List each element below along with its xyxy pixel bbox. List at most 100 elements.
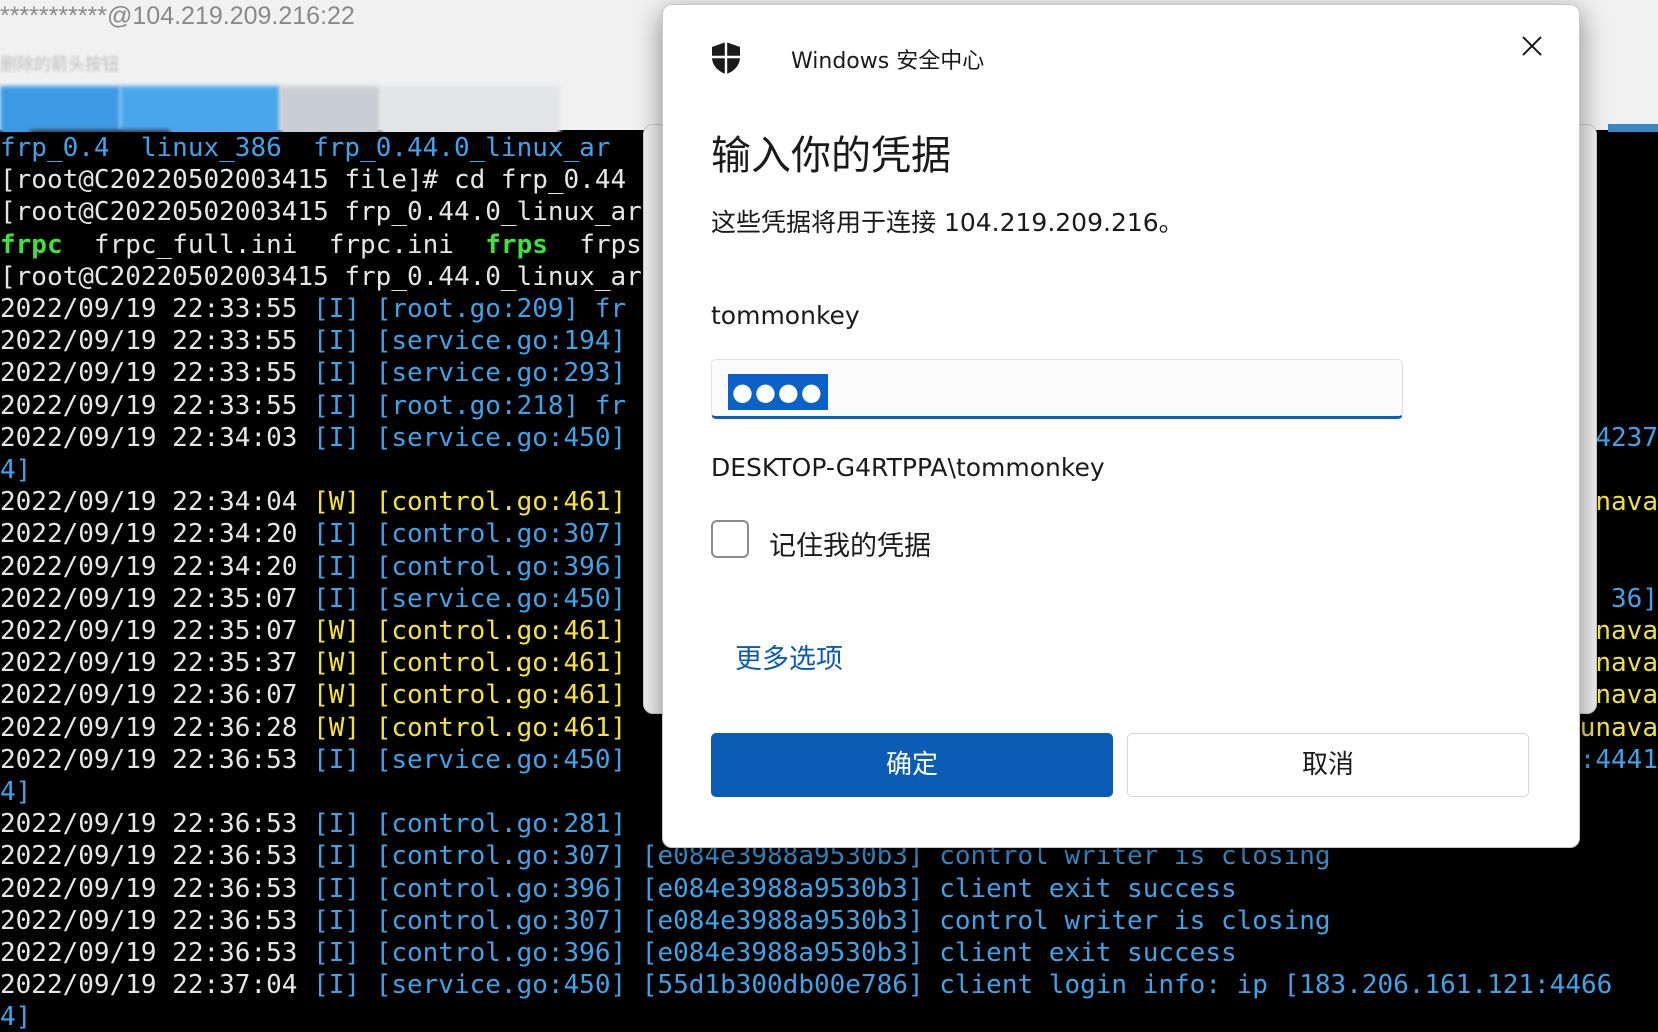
terminal-line: 2022/09/19 22:36:53 [I] [control.go:396]…: [0, 873, 1237, 905]
connection-title: ***********@104.219.209.216:22: [0, 2, 355, 30]
terminal-segment: [I] [service.go:450]: [313, 422, 627, 453]
app-title: Windows 安全中心: [791, 49, 985, 74]
remember-checkbox[interactable]: [711, 520, 749, 558]
terminal-line: 2022/09/19 22:36:07 [W] [control.go:461]: [0, 679, 626, 711]
username-label: tommonkey: [711, 301, 860, 330]
terminal-segment: 4]: [0, 1002, 32, 1032]
close-button[interactable]: [1509, 23, 1555, 69]
terminal-line: 4]: [0, 1001, 31, 1032]
domain-user-label: DESKTOP-G4RTPPA\tommonkey: [711, 453, 1105, 482]
terminal-line: 4]: [0, 776, 31, 808]
terminal-segment: [I] [service.go:450]: [313, 744, 627, 775]
terminal-fragment: :4441: [1579, 744, 1658, 775]
terminal-segment: 2022/09/19 22:33:55: [0, 390, 314, 421]
terminal-segment: 2022/09/19 22:36:53: [0, 905, 314, 936]
terminal-segment: frps: [485, 229, 548, 260]
terminal-segment: [I] [control.go:396]: [313, 551, 627, 582]
shield-icon: [712, 42, 740, 74]
terminal-segment: 4]: [0, 777, 32, 807]
terminal-segment: frp_0.4 linux_386: [0, 133, 314, 163]
terminal-segment: [I] [control.go:396] [e084e3988a9530b3] …: [313, 873, 1237, 904]
terminal-line: 2022/09/19 22:37:04 [I] [service.go:450]…: [0, 969, 1612, 1001]
password-field[interactable]: ●●●●: [711, 359, 1403, 419]
terminal-fragment: 36]: [1611, 583, 1658, 614]
terminal-line: 2022/09/19 22:36:53 [I] [service.go:450]: [0, 744, 626, 776]
pixelated-block: [380, 86, 560, 136]
terminal-fragment: 4237: [1595, 422, 1658, 453]
terminal-segment: frps: [547, 229, 642, 260]
more-options-link[interactable]: 更多选项: [735, 637, 843, 676]
terminal-segment: frpc: [0, 229, 63, 260]
credential-dialog: Windows 安全中心 输入你的凭据 这些凭据将用于连接 104.219.20…: [662, 4, 1580, 848]
terminal-segment: [I] [root.go:218] fr: [313, 390, 627, 421]
terminal-segment: 2022/09/19 22:36:07: [0, 680, 314, 711]
pixelated-block: [120, 86, 280, 136]
terminal-line: 2022/09/19 22:33:55 [I] [service.go:293]: [0, 357, 626, 389]
terminal-line: 2022/09/19 22:35:37 [W] [control.go:461]: [0, 647, 626, 679]
terminal-segment: [W] [control.go:461]: [313, 616, 627, 646]
terminal-line: [root@C20220502003415 frp_0.44.0_linux_a…: [0, 196, 642, 228]
terminal-segment: 2022/09/19 22:36:28: [0, 712, 314, 743]
terminal-segment: [W] [control.go:461]: [313, 648, 627, 679]
terminal-segment: 2022/09/19 22:36:53: [0, 938, 314, 968]
terminal-line: [root@C20220502003415 file]# cd frp_0.44: [0, 164, 626, 196]
terminal-line: [root@C20220502003415 frp_0.44.0_linux_a…: [0, 261, 642, 293]
terminal-line: 2022/09/19 22:34:20 [I] [control.go:396]: [0, 551, 626, 583]
terminal-line: frpc frpc_full.ini frpc.ini frps frps: [0, 229, 642, 261]
password-value: ●●●●: [728, 374, 828, 410]
terminal-segment: 2022/09/19 22:33:55: [0, 294, 314, 324]
terminal-line: 2022/09/19 22:36:53 [I] [control.go:396]…: [0, 937, 1237, 969]
terminal-segment: [I] [control.go:307] [e084e3988a9530b3] …: [313, 905, 1331, 936]
terminal-segment: 2022/09/19 22:36:53: [0, 873, 314, 904]
dialog-heading: 输入你的凭据: [711, 133, 951, 179]
terminal-segment: 2022/09/19 22:37:04: [0, 970, 314, 1001]
ok-button[interactable]: 确定: [711, 733, 1113, 797]
terminal-segment: [root@C20220502003415 frp_0.44.0_linux_a…: [0, 261, 642, 292]
terminal-segment: 2022/09/19 22:36:53: [0, 809, 314, 840]
terminal-line: 2022/09/19 22:34:20 [I] [control.go:307]: [0, 518, 626, 550]
terminal-segment: [root@C20220502003415 frp_0.44.0_linux_a…: [0, 197, 642, 228]
terminal-line: 2022/09/19 22:36:28 [W] [control.go:461]: [0, 712, 626, 744]
terminal-segment: [W] [control.go:461]: [313, 680, 627, 711]
terminal-segment: [I] [service.go:450] [55d1b300db00e786] …: [313, 970, 1613, 1001]
remember-label[interactable]: 记住我的凭据: [769, 524, 931, 563]
terminal-segment: [W] [control.go:461]: [313, 712, 627, 743]
terminal-segment: [W] [control.go:461]: [313, 487, 627, 518]
terminal-line: 2022/09/19 22:36:53 [I] [control.go:281]: [0, 808, 626, 840]
terminal-segment: 2022/09/19 22:35:37: [0, 648, 314, 679]
pixelated-block: [0, 86, 120, 136]
terminal-line: 2022/09/19 22:35:07 [I] [service.go:450]: [0, 583, 626, 615]
terminal-segment: 2022/09/19 22:34:20: [0, 519, 314, 550]
terminal-segment: 2022/09/19 22:36:53: [0, 744, 314, 775]
terminal-line: 2022/09/19 22:33:55 [I] [root.go:218] fr: [0, 390, 626, 422]
pixelated-block: [280, 86, 380, 136]
terminal-segment: 2022/09/19 22:33:55: [0, 358, 314, 389]
terminal-segment: 2022/09/19 22:35:07: [0, 616, 314, 646]
terminal-fragment: unava: [1579, 712, 1658, 743]
terminal-segment: [I] [root.go:209] fr: [313, 294, 627, 324]
terminal-line: 4]: [0, 454, 31, 486]
terminal-segment: [root@C20220502003415 file]# cd frp_0.44: [0, 165, 627, 196]
terminal-segment: 2022/09/19 22:34:04: [0, 487, 314, 518]
terminal-segment: [I] [service.go:194]: [313, 326, 627, 357]
cancel-button[interactable]: 取消: [1127, 733, 1529, 797]
terminal-segment: 2022/09/19 22:33:55: [0, 326, 314, 357]
terminal-segment: [I] [service.go:450]: [313, 583, 627, 614]
terminal-line: 2022/09/19 22:33:55 [I] [service.go:194]: [0, 325, 626, 357]
terminal-segment: 2022/09/19 22:34:20: [0, 551, 314, 582]
terminal-segment: 2022/09/19 22:35:07: [0, 583, 314, 614]
accent-strip: [1608, 124, 1658, 132]
terminal-segment: frp_0.44.0_linux_ar: [313, 133, 611, 163]
terminal-segment: [I] [control.go:396] [e084e3988a9530b3] …: [313, 938, 1237, 968]
terminal-segment: 2022/09/19 22:34:03: [0, 422, 314, 453]
terminal-segment: frpc_full.ini frpc.ini: [62, 229, 486, 260]
terminal-line: frp_0.4 linux_386 frp_0.44.0_linux_ar: [0, 132, 611, 164]
terminal-line: 2022/09/19 22:34:03 [I] [service.go:450]: [0, 422, 626, 454]
terminal-line: 2022/09/19 22:33:55 [I] [root.go:209] fr: [0, 293, 626, 325]
terminal-segment: [I] [control.go:307]: [313, 519, 627, 550]
dialog-description: 这些凭据将用于连接 104.219.209.216。: [711, 208, 1184, 237]
terminal-line: 2022/09/19 22:36:53 [I] [control.go:307]…: [0, 905, 1331, 937]
terminal-segment: 2022/09/19 22:36:53: [0, 841, 314, 872]
terminal-segment: [I] [control.go:281]: [313, 809, 627, 840]
blurred-subtitle: 删除的箭头按钮: [0, 55, 119, 74]
